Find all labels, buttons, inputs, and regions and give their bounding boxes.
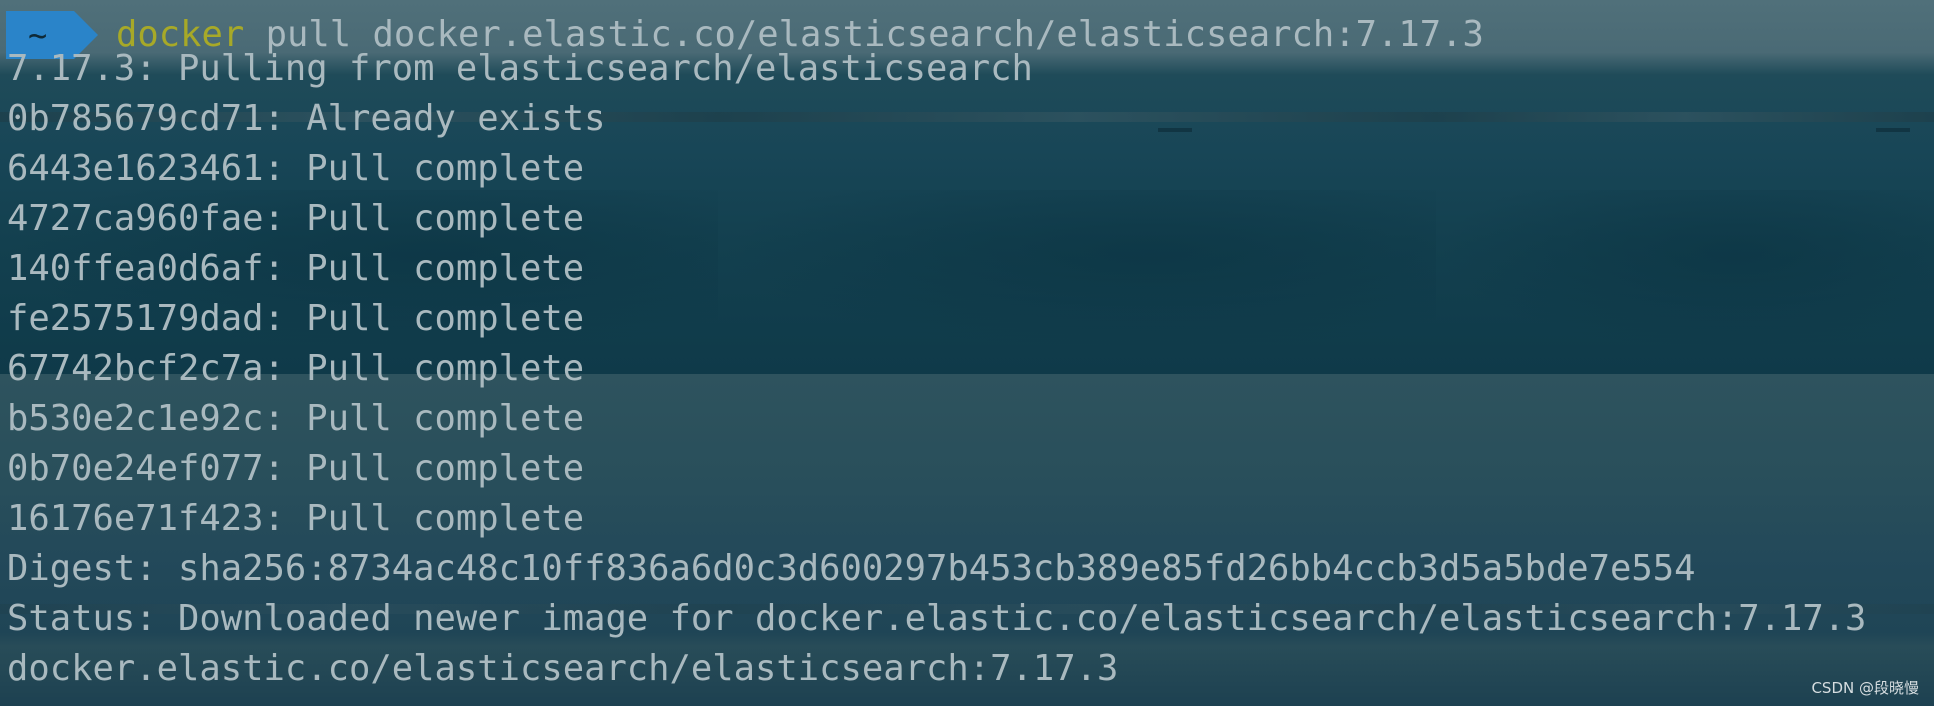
output-line: b530e2c1e92c: Pull complete (7, 398, 585, 439)
output-line: 6443e1623461: Pull complete (7, 148, 585, 189)
output-line: 0b785679cd71: Already exists (7, 98, 606, 139)
output-line: 7.17.3: Pulling from elasticsearch/elast… (7, 48, 1033, 89)
output-line: 16176e71f423: Pull complete (7, 498, 585, 539)
output-line: fe2575179dad: Pull complete (7, 298, 585, 339)
status-line: Status: Downloaded newer image for docke… (7, 598, 1867, 639)
output-line: 140ffea0d6af: Pull complete (7, 248, 585, 289)
terminal-window[interactable]: ~ docker pull docker.elastic.co/elastics… (0, 0, 1934, 706)
output-line: 0b70e24ef077: Pull complete (7, 448, 585, 489)
watermark: CSDN @段晓慢 (1811, 679, 1919, 697)
image-reference-line: docker.elastic.co/elasticsearch/elastics… (7, 648, 1119, 689)
output-line: 67742bcf2c7a: Pull complete (7, 348, 585, 389)
output-line: 4727ca960fae: Pull complete (7, 198, 585, 239)
digest-line: Digest: sha256:8734ac48c10ff836a6d0c3d60… (7, 548, 1696, 589)
